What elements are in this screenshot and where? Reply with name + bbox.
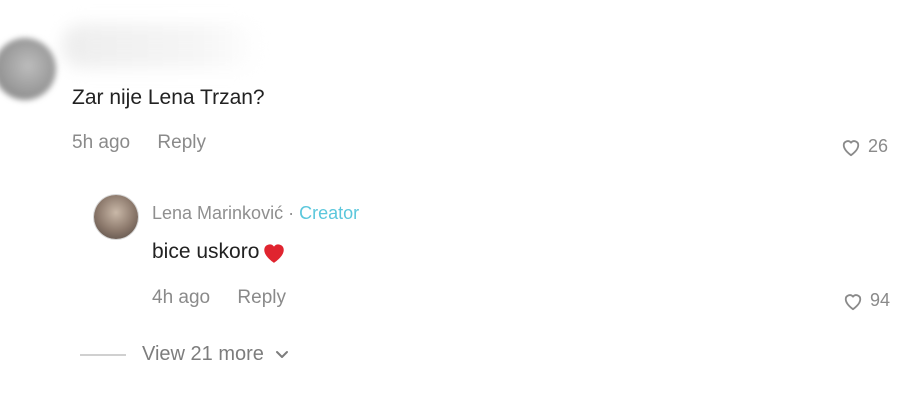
reply-avatar[interactable] bbox=[94, 195, 138, 239]
heart-emoji-icon bbox=[264, 244, 285, 263]
reply-separator: · bbox=[288, 203, 295, 223]
comment-meta: 5h ago Reply bbox=[72, 132, 206, 154]
comment-like-count: 26 bbox=[868, 136, 889, 156]
reply-text-row: bice uskoro bbox=[152, 240, 287, 264]
view-more-label: View 21 more bbox=[142, 343, 264, 365]
reply-time: 4h ago bbox=[152, 287, 211, 308]
heart-outline-icon bbox=[842, 139, 860, 156]
reply-author[interactable]: Lena Marinković bbox=[152, 203, 283, 223]
comment-time: 5h ago bbox=[72, 132, 131, 153]
creator-badge: Creator bbox=[299, 203, 360, 223]
comment-like-button[interactable]: 26 bbox=[840, 136, 888, 157]
reply-like-count: 94 bbox=[870, 290, 891, 310]
comment-text: Zar nije Lena Trzan? bbox=[72, 86, 265, 109]
blurred-username bbox=[62, 24, 262, 68]
reply-text: bice uskoro bbox=[152, 240, 260, 263]
reply-reply-button[interactable]: Reply bbox=[237, 287, 286, 308]
chevron-down-icon bbox=[275, 350, 288, 358]
divider-line bbox=[80, 353, 126, 356]
reply-meta: 4h ago Reply bbox=[152, 287, 286, 309]
view-more-replies-button[interactable]: View 21 more bbox=[80, 343, 290, 366]
reply-like-button[interactable]: 94 bbox=[842, 290, 890, 311]
comment-reply-button[interactable]: Reply bbox=[157, 132, 206, 153]
heart-outline-icon bbox=[844, 293, 862, 310]
commenter-avatar[interactable] bbox=[0, 38, 56, 100]
reply-header: Lena Marinković · Creator bbox=[152, 203, 359, 224]
